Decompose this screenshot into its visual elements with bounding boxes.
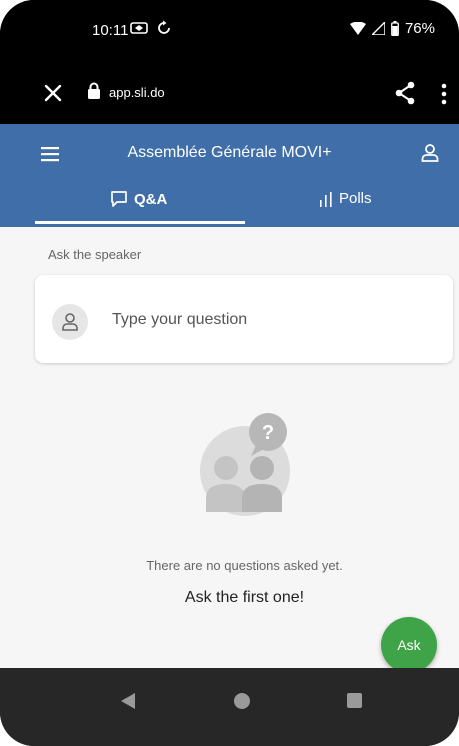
user-icon [62,313,78,331]
question-input-card[interactable]: Type your question [35,275,453,363]
signal-icon [371,22,385,35]
empty-state-text: There are no questions asked yet. [146,558,343,573]
tab-qa[interactable]: Q&A [110,190,167,208]
more-vert-icon[interactable] [433,80,455,108]
svg-text:?: ? [262,422,274,444]
system-nav-bar [0,668,459,746]
back-icon[interactable] [120,692,136,710]
tab-polls-label: Polls [339,190,372,207]
tab-qa-label: Q&A [134,190,168,208]
avatar [52,304,88,340]
chat-icon [111,191,127,207]
event-title: Assemblée Générale MOVI+ [127,144,332,161]
notification-icon [130,22,148,34]
close-icon[interactable] [40,80,68,108]
active-tab-indicator [35,221,245,224]
ask-button[interactable]: Ask [381,617,437,673]
app-header: Assemblée Générale MOVI+ Q&A Polls [0,124,459,227]
ask-button-label: Ask [397,637,421,653]
qa-content: Ask the speaker Type your question ? The… [0,227,459,673]
phone-frame: 10:11 76% app.sli.do Assemblée Générale … [0,0,459,746]
battery-icon [391,21,399,36]
lock-icon [88,82,100,99]
share-icon[interactable] [393,80,417,106]
status-icons-right: 76% [349,20,435,37]
question-input[interactable]: Type your question [112,311,247,329]
bar-chart-icon [320,191,332,207]
browser-toolbar: app.sli.do [0,64,459,124]
section-label: Ask the speaker [48,247,142,262]
empty-state-cta: Ask the first one! [184,589,305,606]
recents-icon[interactable] [347,693,362,708]
address-bar-url[interactable]: app.sli.do [109,85,165,100]
wifi-icon [349,22,366,35]
empty-questions-illustration: ? [200,413,290,516]
status-time: 10:11 [92,22,129,39]
tab-polls[interactable]: Polls [319,190,372,207]
home-icon[interactable] [234,693,250,709]
battery-level: 76% [404,20,435,37]
user-icon[interactable] [419,142,441,164]
status-bar: 10:11 76% [0,0,459,64]
sync-icon [158,20,170,34]
status-icons-left [130,20,172,36]
